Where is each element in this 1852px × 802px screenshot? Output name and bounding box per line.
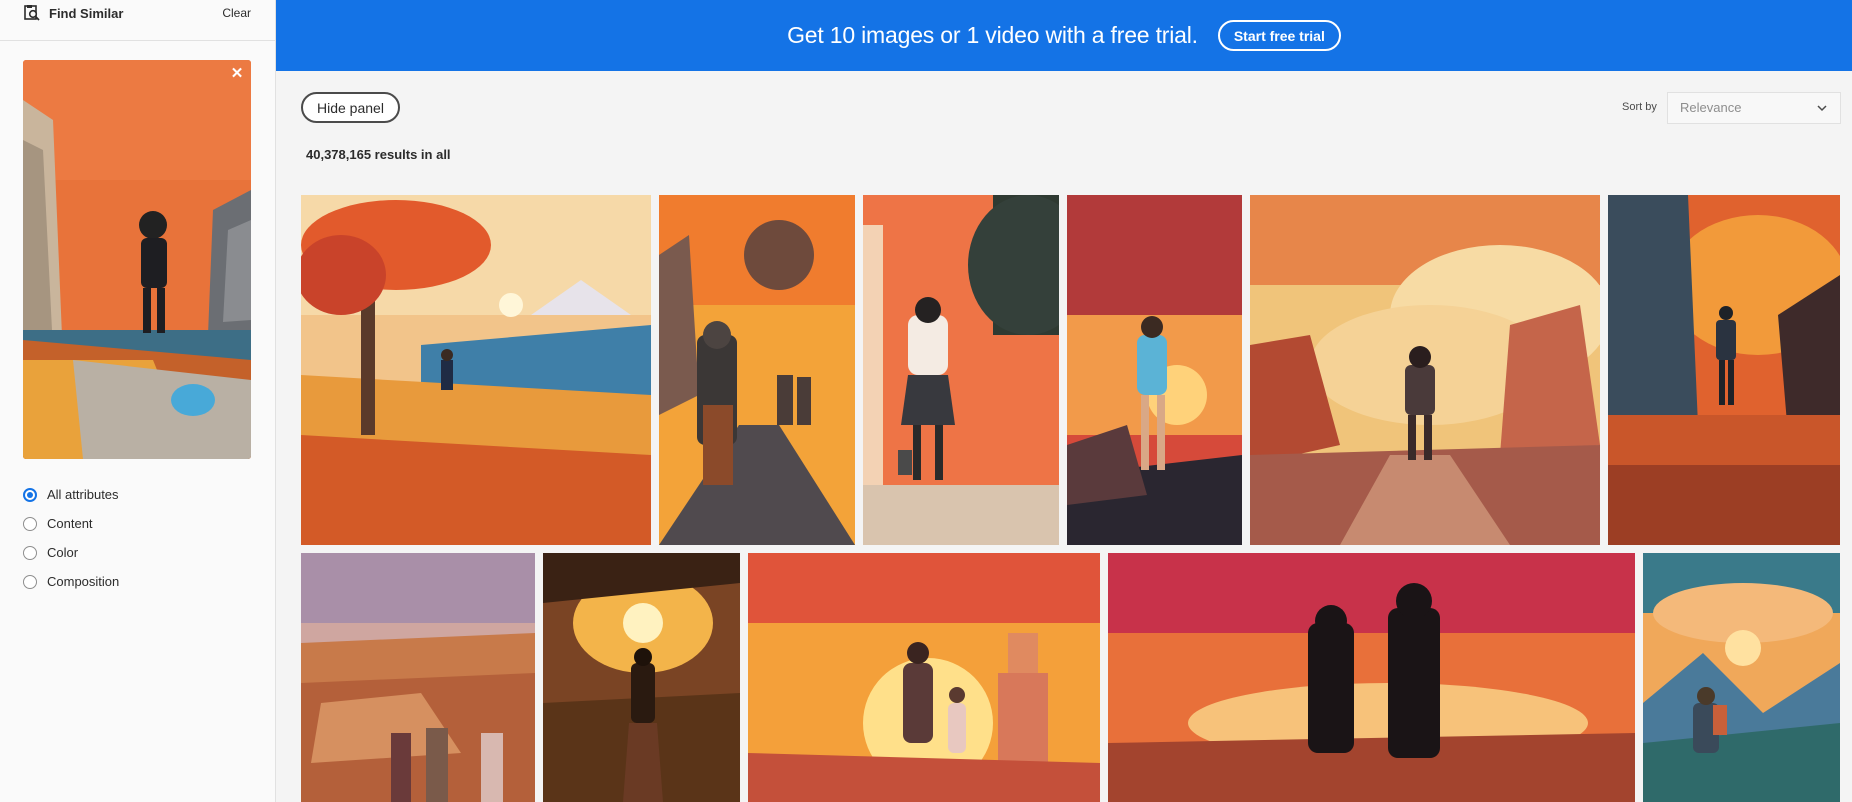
result-image[interactable]	[1108, 553, 1635, 802]
chevron-down-icon	[1817, 105, 1827, 112]
result-image-art	[1108, 553, 1635, 802]
result-image[interactable]	[1067, 195, 1242, 545]
result-image-art	[748, 553, 1100, 802]
option-label: All attributes	[47, 487, 119, 502]
sort-label: Sort by	[1622, 101, 1657, 113]
radio-composition[interactable]	[23, 574, 37, 589]
option-all-attributes[interactable]: All attributes	[23, 480, 119, 509]
find-similar-header: Find Similar Clear	[0, 0, 275, 41]
reference-image-art	[23, 60, 251, 459]
result-image[interactable]	[659, 195, 855, 545]
result-image[interactable]	[1643, 553, 1840, 802]
result-image[interactable]	[1250, 195, 1600, 545]
find-similar-icon	[24, 5, 40, 21]
option-label: Composition	[47, 574, 120, 589]
find-similar-panel: Find Similar Clear ✕ All attributes Cont…	[0, 0, 276, 802]
option-content[interactable]: Content	[23, 509, 119, 538]
result-image-art	[1250, 195, 1600, 545]
result-image-art	[301, 195, 651, 545]
option-label: Color	[47, 545, 79, 560]
hide-panel-button[interactable]: Hide panel	[301, 92, 400, 123]
option-color[interactable]: Color	[23, 538, 119, 567]
radio-color[interactable]	[23, 545, 37, 560]
result-image-art	[1067, 195, 1242, 545]
banner-text: Get 10 images or 1 video with a free tri…	[787, 22, 1198, 48]
result-image[interactable]	[301, 553, 535, 802]
results-count: 40,378,165 results in all	[306, 147, 451, 162]
option-label: Content	[47, 516, 93, 531]
result-image[interactable]	[748, 553, 1100, 802]
result-image[interactable]	[543, 553, 740, 802]
radio-content[interactable]	[23, 516, 37, 531]
option-composition[interactable]: Composition	[23, 567, 119, 596]
radio-all-attributes[interactable]	[23, 487, 37, 502]
result-image-art	[543, 553, 740, 802]
free-trial-banner: Get 10 images or 1 video with a free tri…	[276, 0, 1852, 71]
find-similar-title: Find Similar	[49, 6, 124, 21]
start-free-trial-button[interactable]: Start free trial	[1217, 20, 1341, 51]
reference-image[interactable]: ✕	[23, 60, 251, 459]
close-icon[interactable]: ✕	[229, 66, 245, 82]
sort-dropdown[interactable]: Relevance	[1667, 92, 1841, 124]
result-image-art	[301, 553, 535, 802]
result-image-art	[659, 195, 855, 545]
result-image-art	[863, 195, 1059, 545]
sort-value: Relevance	[1680, 100, 1742, 115]
clear-button[interactable]: Clear	[222, 6, 251, 20]
result-image-art	[1608, 195, 1840, 545]
attribute-options: All attributes Content Color Composition	[23, 480, 119, 596]
result-image[interactable]	[863, 195, 1059, 545]
result-image[interactable]	[1608, 195, 1840, 545]
result-image-art	[1643, 553, 1840, 802]
result-image[interactable]	[301, 195, 651, 545]
